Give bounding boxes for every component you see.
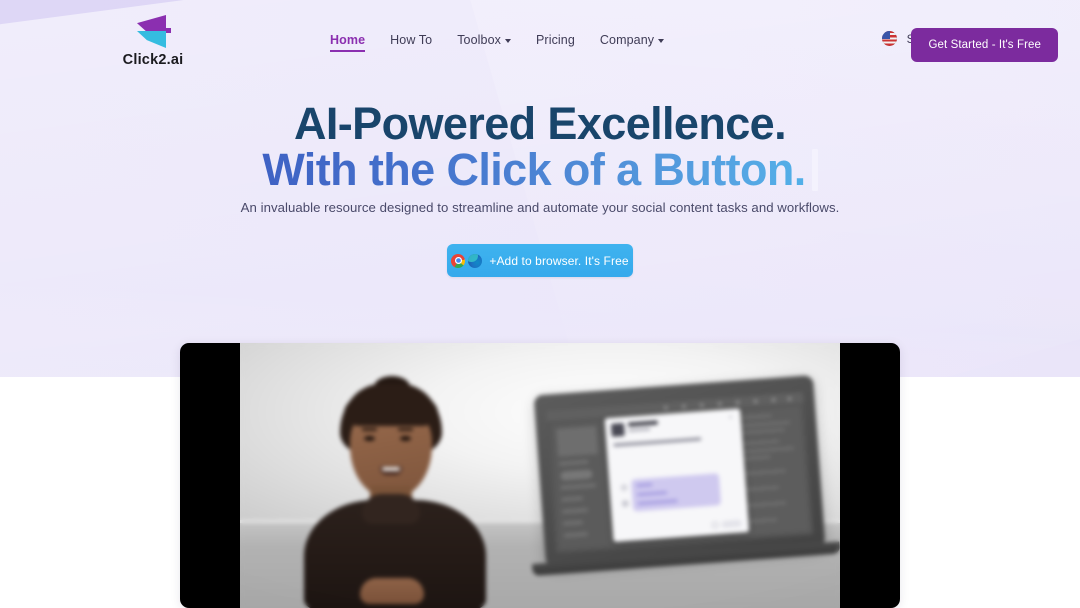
nav-item-company[interactable]: Company xyxy=(599,33,665,51)
send-button[interactable] xyxy=(721,519,742,529)
header-actions: Sign In Get Started - It's Free xyxy=(881,28,1058,62)
laptop-mockup: × xyxy=(531,374,840,580)
nav-item-home[interactable]: Home xyxy=(330,33,366,52)
video-content: × xyxy=(240,343,840,608)
typing-cursor xyxy=(811,149,818,192)
brand-name: Click2.ai xyxy=(122,52,184,68)
click2ai-logo-icon xyxy=(132,14,174,50)
laptop-screen: × xyxy=(545,391,814,554)
add-to-browser-button[interactable]: +Add to browser. It's Free xyxy=(447,244,633,277)
get-started-button[interactable]: Get Started - It's Free xyxy=(911,28,1058,62)
refresh-icon[interactable] xyxy=(711,521,719,529)
close-icon[interactable]: × xyxy=(729,415,735,421)
nav-label-home: Home xyxy=(330,33,366,47)
chrome-icon xyxy=(451,253,466,268)
chevron-down-icon xyxy=(658,38,665,43)
add-to-browser-label: +Add to browser. It's Free xyxy=(489,253,629,268)
nav-item-toolbox[interactable]: Toolbox xyxy=(457,33,511,51)
nav-label-pricing: Pricing xyxy=(536,33,575,47)
chat-option-bubble xyxy=(631,473,722,512)
app-sidebar xyxy=(550,420,612,549)
chat-dialog-title xyxy=(627,420,659,427)
hero-headline-line1: AI-Powered Excellence. xyxy=(293,98,787,149)
edge-icon xyxy=(468,253,483,268)
landing-page: Click2.ai Home How To Toolbox Pricing Co… xyxy=(0,0,1080,608)
chat-dialog-subtitle xyxy=(628,427,651,432)
brand-logo[interactable]: Click2.ai xyxy=(118,14,188,68)
us-flag-icon[interactable] xyxy=(881,31,897,46)
hero-subheadline: An invaluable resource designed to strea… xyxy=(240,200,840,215)
browser-icon-group xyxy=(451,253,483,268)
hero-headline-line2-wrap: With the Click of a Button. xyxy=(0,144,1080,195)
app-avatar xyxy=(610,422,625,437)
hero-demo-video[interactable]: × xyxy=(180,343,900,608)
nav-label-company: Company xyxy=(599,33,655,47)
nav-item-pricing[interactable]: Pricing xyxy=(536,33,575,51)
nav-label-how-to: How To xyxy=(390,33,433,47)
woman-presenter xyxy=(288,376,502,608)
main-navigation: Home How To Toolbox Pricing Company xyxy=(330,33,665,52)
site-header: Click2.ai Home How To Toolbox Pricing Co… xyxy=(0,0,1080,86)
hero-headline-line2: With the Click of a Button. xyxy=(262,144,806,195)
chat-prompt-text xyxy=(613,437,702,448)
nav-label-toolbox: Toolbox xyxy=(457,33,501,47)
chevron-down-icon xyxy=(505,38,511,43)
click2ai-chat-dialog: × xyxy=(604,408,750,543)
nav-item-how-to[interactable]: How To xyxy=(390,33,432,51)
